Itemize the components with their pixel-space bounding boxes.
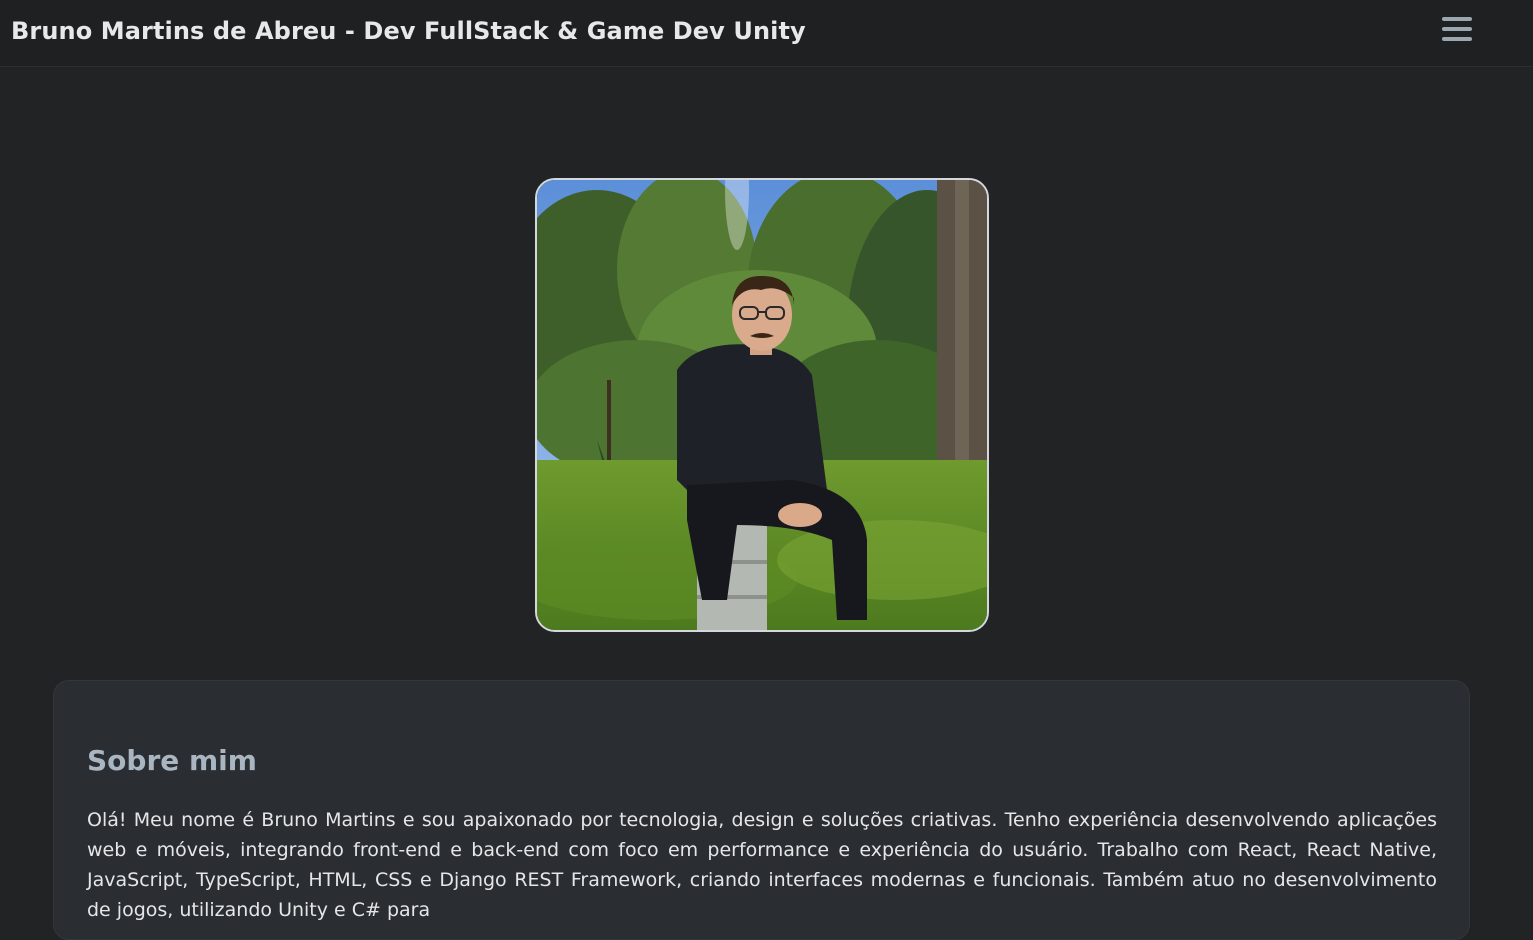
- about-heading: Sobre mim: [87, 744, 257, 777]
- top-navbar: Bruno Martins de Abreu - Dev FullStack &…: [0, 0, 1533, 67]
- menu-bar: [1442, 17, 1472, 21]
- about-section: Sobre mim Olá! Meu nome é Bruno Martins …: [53, 680, 1470, 940]
- hamburger-menu-icon[interactable]: [1436, 13, 1478, 49]
- menu-bar: [1442, 37, 1472, 41]
- menu-bar: [1442, 27, 1472, 31]
- site-title[interactable]: Bruno Martins de Abreu - Dev FullStack &…: [11, 17, 806, 45]
- profile-photo-illustration: [537, 180, 987, 630]
- about-paragraph: Olá! Meu nome é Bruno Martins e sou apai…: [87, 809, 1437, 921]
- profile-photo: [535, 178, 989, 632]
